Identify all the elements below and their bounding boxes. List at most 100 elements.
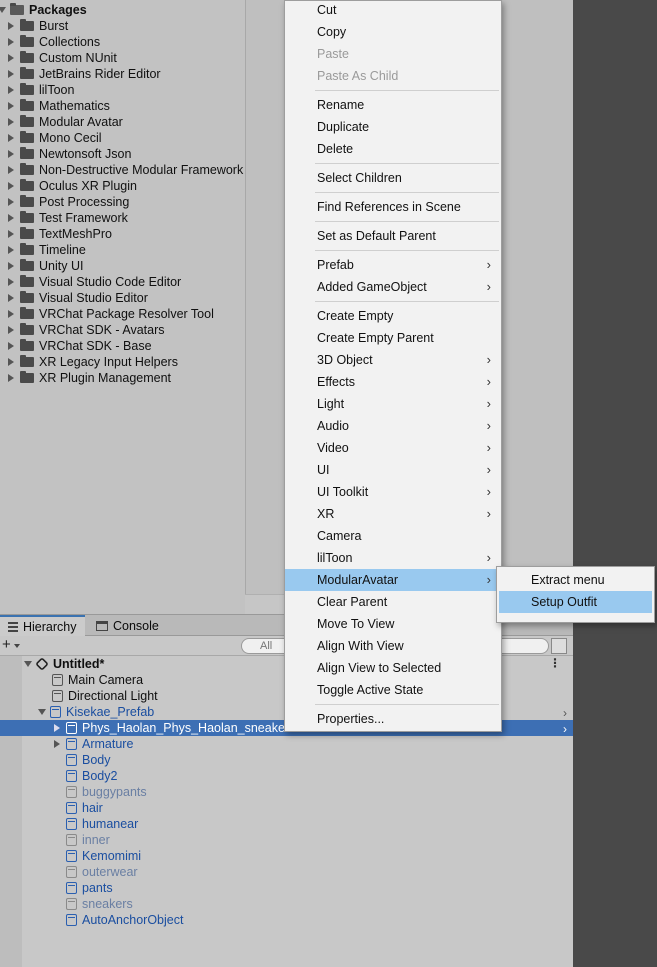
package-item[interactable]: lilToon <box>0 82 245 98</box>
list-item[interactable]: inner <box>0 832 573 848</box>
expand-arrow-icon[interactable] <box>8 54 14 62</box>
menu-item-video[interactable]: Video › <box>285 437 501 459</box>
expand-arrow-icon[interactable] <box>8 70 14 78</box>
expand-arrow-icon[interactable] <box>8 102 14 110</box>
package-item[interactable]: Test Framework <box>0 210 245 226</box>
expand-arrow-icon[interactable] <box>8 294 14 302</box>
list-item[interactable]: buggypants <box>0 784 573 800</box>
menu-item-ui[interactable]: UI › <box>285 459 501 481</box>
package-item[interactable]: Visual Studio Editor <box>0 290 245 306</box>
package-item[interactable]: XR Legacy Input Helpers <box>0 354 245 370</box>
menu-item-select-children[interactable]: Select Children <box>285 167 501 189</box>
expand-arrow-icon[interactable] <box>8 22 14 30</box>
menu-item-ui-toolkit[interactable]: UI Toolkit › <box>285 481 501 503</box>
package-item[interactable]: Custom NUnit <box>0 50 245 66</box>
menu-item-set-default-parent[interactable]: Set as Default Parent <box>285 225 501 247</box>
package-item[interactable]: Newtonsoft Json <box>0 146 245 162</box>
expand-arrow-icon[interactable] <box>8 310 14 318</box>
menu-item-align-with-view[interactable]: Align With View <box>285 635 501 657</box>
expand-arrow-icon[interactable] <box>8 198 14 206</box>
list-item[interactable]: humanear <box>0 816 573 832</box>
scene-menu-icon[interactable]: ⋮ <box>549 657 561 669</box>
list-item[interactable]: Body <box>0 752 573 768</box>
list-item[interactable]: sneakers <box>0 896 573 912</box>
menu-item-paste-as-child[interactable]: Paste As Child <box>285 65 501 87</box>
package-item[interactable]: JetBrains Rider Editor <box>0 66 245 82</box>
expand-arrow-icon[interactable] <box>8 38 14 46</box>
chevron-right-icon[interactable]: › <box>563 722 567 736</box>
expand-arrow-icon[interactable] <box>8 150 14 158</box>
expand-arrow-icon[interactable] <box>8 166 14 174</box>
list-item[interactable]: Armature <box>0 736 573 752</box>
expand-arrow-icon[interactable] <box>24 661 32 667</box>
tab-console[interactable]: Console <box>88 615 167 636</box>
expand-arrow-icon[interactable] <box>8 326 14 334</box>
package-item[interactable]: VRChat SDK - Base <box>0 338 245 354</box>
package-item[interactable]: Post Processing <box>0 194 245 210</box>
menu-item-xr[interactable]: XR › <box>285 503 501 525</box>
menu-item-paste[interactable]: Paste <box>285 43 501 65</box>
menu-item-cut[interactable]: Cut <box>285 0 501 21</box>
package-item[interactable]: XR Plugin Management <box>0 370 245 386</box>
expand-arrow-icon[interactable] <box>8 374 14 382</box>
expand-arrow-icon[interactable] <box>8 262 14 270</box>
menu-item-delete[interactable]: Delete <box>285 138 501 160</box>
expand-arrow-icon[interactable] <box>54 740 60 748</box>
list-item[interactable]: Kemomimi <box>0 848 573 864</box>
scene-filter-button[interactable] <box>551 638 567 654</box>
package-item[interactable]: Oculus XR Plugin <box>0 178 245 194</box>
expand-arrow-icon[interactable] <box>8 182 14 190</box>
menu-item-find-references[interactable]: Find References in Scene <box>285 196 501 218</box>
menu-item-prefab[interactable]: Prefab › <box>285 254 501 276</box>
menu-item-move-to-view[interactable]: Move To View <box>285 613 501 635</box>
package-item[interactable]: Non-Destructive Modular Framework <box>0 162 245 178</box>
package-item[interactable]: Modular Avatar <box>0 114 245 130</box>
package-item[interactable]: Unity UI <box>0 258 245 274</box>
expand-arrow-icon[interactable] <box>54 724 60 732</box>
menu-item-3d-object[interactable]: 3D Object › <box>285 349 501 371</box>
menu-item-setup-outfit[interactable]: Setup Outfit <box>499 591 652 613</box>
menu-item-extract-menu[interactable]: Extract menu <box>499 569 652 591</box>
expand-arrow-icon[interactable] <box>8 118 14 126</box>
packages-header-row[interactable]: Packages <box>0 2 245 18</box>
list-item[interactable]: Body2 <box>0 768 573 784</box>
menu-item-duplicate[interactable]: Duplicate <box>285 116 501 138</box>
expand-arrow-icon[interactable] <box>8 358 14 366</box>
list-item[interactable]: AutoAnchorObject <box>0 912 573 928</box>
menu-item-clear-parent[interactable]: Clear Parent <box>285 591 501 613</box>
package-item[interactable]: Visual Studio Code Editor <box>0 274 245 290</box>
expand-arrow-icon[interactable] <box>0 7 6 13</box>
expand-arrow-icon[interactable] <box>8 230 14 238</box>
package-item[interactable]: Burst <box>0 18 245 34</box>
menu-item-toggle-active-state[interactable]: Toggle Active State <box>285 679 501 701</box>
expand-arrow-icon[interactable] <box>8 246 14 254</box>
menu-item-camera[interactable]: Camera <box>285 525 501 547</box>
menu-item-copy[interactable]: Copy <box>285 21 501 43</box>
expand-arrow-icon[interactable] <box>8 86 14 94</box>
package-item[interactable]: Collections <box>0 34 245 50</box>
menu-item-audio[interactable]: Audio › <box>285 415 501 437</box>
menu-item-liltoon[interactable]: lilToon › <box>285 547 501 569</box>
menu-item-create-empty-parent[interactable]: Create Empty Parent <box>285 327 501 349</box>
expand-arrow-icon[interactable] <box>8 278 14 286</box>
menu-item-added-gameobject[interactable]: Added GameObject › <box>285 276 501 298</box>
add-object-button[interactable]: + <box>2 636 11 654</box>
menu-item-light[interactable]: Light › <box>285 393 501 415</box>
list-item[interactable]: pants <box>0 880 573 896</box>
menu-item-create-empty[interactable]: Create Empty <box>285 305 501 327</box>
menu-item-modular-avatar[interactable]: ModularAvatar › <box>285 569 501 591</box>
menu-item-align-view-to-selected[interactable]: Align View to Selected <box>285 657 501 679</box>
package-item[interactable]: Mono Cecil <box>0 130 245 146</box>
package-item[interactable]: TextMeshPro <box>0 226 245 242</box>
list-item[interactable]: hair <box>0 800 573 816</box>
package-item[interactable]: VRChat SDK - Avatars <box>0 322 245 338</box>
expand-arrow-icon[interactable] <box>38 709 46 715</box>
menu-item-properties[interactable]: Properties... <box>285 708 501 730</box>
package-item[interactable]: Mathematics <box>0 98 245 114</box>
expand-arrow-icon[interactable] <box>8 214 14 222</box>
menu-item-rename[interactable]: Rename <box>285 94 501 116</box>
package-item[interactable]: VRChat Package Resolver Tool <box>0 306 245 322</box>
list-item[interactable]: outerwear <box>0 864 573 880</box>
chevron-right-icon[interactable]: › <box>563 706 567 720</box>
tab-hierarchy[interactable]: Hierarchy <box>0 615 85 636</box>
